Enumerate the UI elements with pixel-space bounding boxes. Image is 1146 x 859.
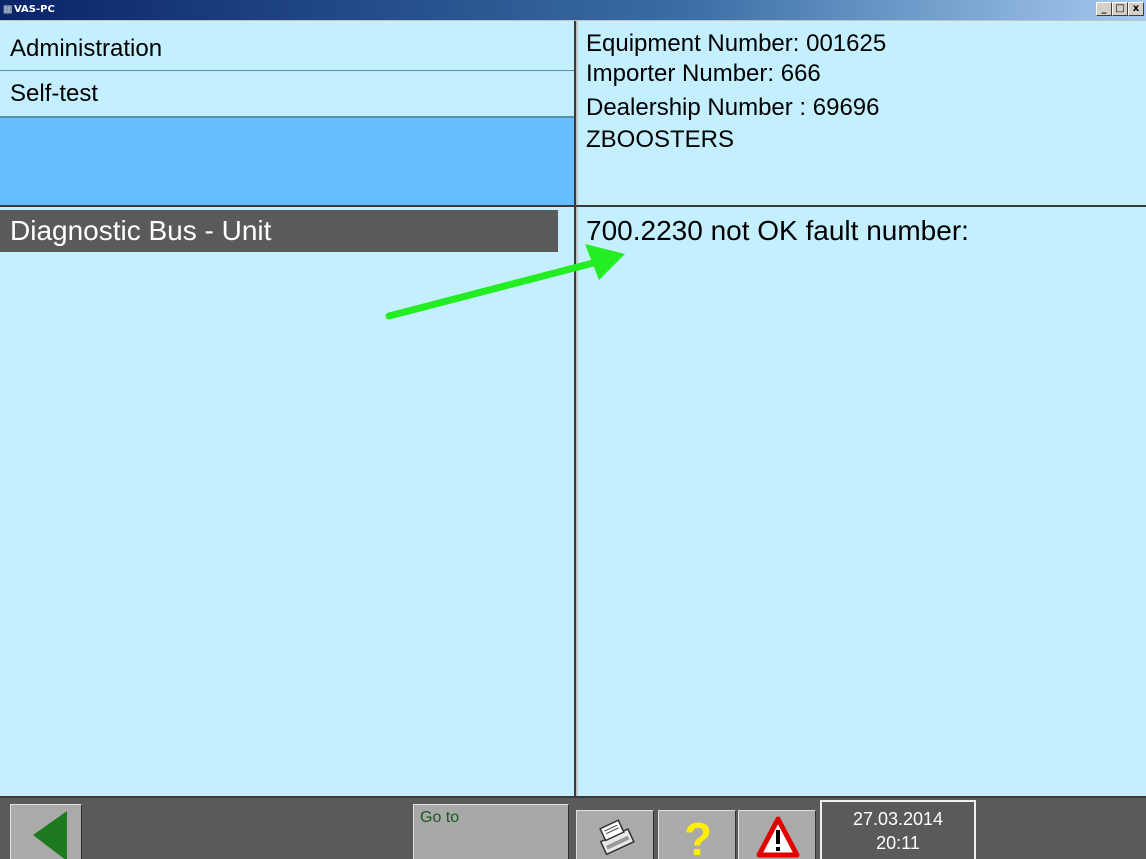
dealership-number: Dealership Number : 69696	[586, 94, 880, 121]
window-title: VAS-PC	[14, 4, 55, 15]
menu-item-selected-empty[interactable]	[0, 117, 574, 205]
importer-number: Importer Number: 666	[586, 60, 821, 87]
goto-button[interactable]: Go to	[413, 804, 569, 859]
menu-item-administration[interactable]: Administration	[0, 27, 574, 71]
time-text: 20:11	[876, 833, 920, 853]
warning-triangle-icon	[756, 816, 800, 858]
result-panel: 700.2230 not OK fault number:	[578, 207, 1146, 796]
test-list-panel: Diagnostic Bus - Unit	[0, 207, 576, 796]
back-button[interactable]	[10, 804, 82, 859]
warning-button[interactable]	[738, 810, 816, 859]
question-mark-icon: ?	[684, 813, 712, 859]
dealership-name: ZBOOSTERS	[586, 126, 735, 153]
print-button[interactable]	[576, 810, 654, 859]
date-text: 27.03.2014	[852, 809, 944, 829]
window-controls: _ □ x	[1096, 2, 1144, 18]
svg-text:?: ?	[684, 813, 712, 859]
menu-item-self-test[interactable]: Self-test	[0, 71, 574, 117]
test-result-text: 700.2230 not OK fault number:	[586, 215, 969, 246]
back-arrow-icon	[33, 811, 67, 859]
menu-panel: Administration Self-test	[0, 21, 576, 205]
printer-icon	[599, 819, 635, 856]
title-bar: ▦ VAS-PC _ □ x	[0, 0, 1146, 20]
minimize-button[interactable]: _	[1096, 2, 1112, 16]
maximize-button[interactable]: □	[1112, 2, 1128, 16]
date-time-display: 27.03.2014 20:11	[820, 800, 976, 859]
list-item-diagnostic-bus-unit[interactable]: Diagnostic Bus - Unit	[0, 210, 558, 252]
equipment-info-panel: Equipment Number: 001625 Importer Number…	[578, 21, 1146, 205]
equipment-number: Equipment Number: 001625	[586, 30, 887, 57]
help-button[interactable]: ?	[658, 810, 736, 859]
app-icon: ▦	[3, 4, 13, 15]
bottom-toolbar: Go to ? 27.03.2014 20:11	[0, 796, 1146, 859]
close-button[interactable]: x	[1128, 2, 1144, 16]
